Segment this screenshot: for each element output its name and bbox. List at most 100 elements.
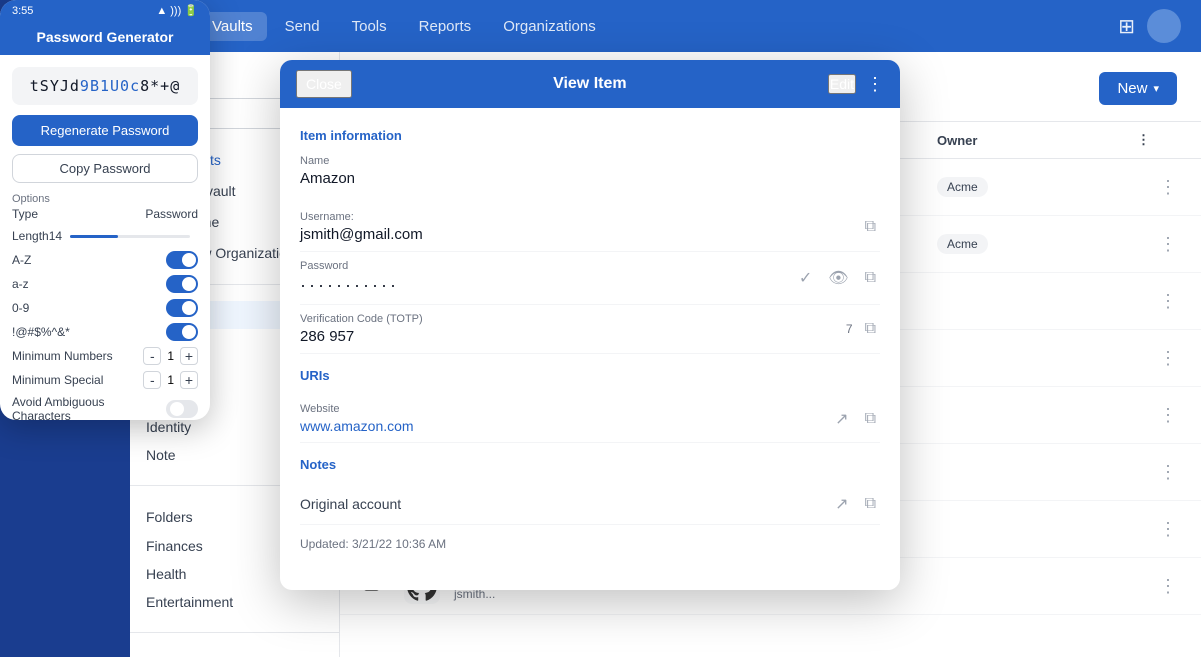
open-url-icon[interactable]: ↗ xyxy=(831,407,852,431)
toggle-az-lower: a-z xyxy=(12,275,198,293)
view-item-actions: Edit ⋮ xyxy=(828,74,884,95)
toggle-az-upper: A-Z xyxy=(12,251,198,269)
mobile-time: 3:55 xyxy=(12,5,33,17)
top-nav: Vaults Send Tools Reports Organizations … xyxy=(130,0,1201,52)
mobile-password-generator: 3:55 ▲ ))) 🔋 Password Generator tSYJd9B1… xyxy=(0,0,210,420)
mobile-gen-title: Password Generator xyxy=(37,29,174,45)
username-actions: ⧉ xyxy=(861,216,880,238)
nav-item-reports[interactable]: Reports xyxy=(405,12,486,41)
type-label: Type xyxy=(12,207,38,221)
min-special-label: Minimum Special xyxy=(12,373,103,387)
type-value: Password xyxy=(145,207,198,221)
nav-right: ⊞ xyxy=(1118,9,1181,43)
length-value: 14 xyxy=(49,229,62,243)
nav-item-organizations[interactable]: Organizations xyxy=(489,12,610,41)
avoid-label: Avoid Ambiguous Characters xyxy=(12,395,166,420)
more-options-icon[interactable]: ⋮ xyxy=(866,74,884,95)
copy-password-icon[interactable]: ⧉ xyxy=(861,267,880,289)
copy-notes-icon[interactable]: ⧉ xyxy=(861,493,880,515)
row-more-icon[interactable]: ⋮ xyxy=(1137,462,1177,483)
min-numbers-value: 1 xyxy=(167,349,174,363)
new-button[interactable]: New ▾ xyxy=(1099,72,1177,105)
min-special-row: Minimum Special - 1 + xyxy=(12,371,198,389)
notes-field-row: Original account ↗ ⧉ xyxy=(300,484,880,525)
notes-field-left: Original account xyxy=(300,496,831,512)
name-field-group: Name Amazon xyxy=(300,155,880,187)
check-password-icon[interactable]: ✓ xyxy=(795,266,816,290)
row-more-icon[interactable]: ⋮ xyxy=(1137,576,1177,597)
name-field-value: Amazon xyxy=(300,170,880,187)
sidebar-entertainment[interactable]: Entertainment xyxy=(130,588,339,616)
divider-3 xyxy=(130,632,339,633)
totp-label: Verification Code (TOTP) xyxy=(300,313,838,325)
09-label: 0-9 xyxy=(12,301,29,315)
show-password-icon[interactable]: 👁 xyxy=(824,266,852,290)
user-avatar[interactable] xyxy=(1147,9,1181,43)
row-more-icon[interactable]: ⋮ xyxy=(1137,405,1177,426)
view-item-body: Item information Name Amazon Username: j… xyxy=(280,108,900,590)
password-highlight: 9B1U0c xyxy=(80,77,140,95)
view-item-header: Close View Item Edit ⋮ xyxy=(280,60,900,108)
username-label: Username: xyxy=(300,211,861,223)
min-special-stepper: - 1 + xyxy=(143,371,198,389)
updated-text: Updated: 3/21/22 10:36 AM xyxy=(300,537,880,551)
copy-username-icon[interactable]: ⧉ xyxy=(861,216,880,238)
row-owner: Acme xyxy=(937,235,1137,253)
mobile-status-bar: 3:55 ▲ ))) 🔋 xyxy=(0,0,210,21)
totp-value: 286 957 xyxy=(300,328,838,345)
copy-button[interactable]: Copy Password xyxy=(12,154,198,183)
az-upper-toggle[interactable] xyxy=(166,251,198,269)
password-field-row: Password ··········· ✓ 👁 ⧉ xyxy=(300,252,880,305)
row-more-icon[interactable]: ⋮ xyxy=(1137,348,1177,369)
min-special-increment[interactable]: + xyxy=(180,371,198,389)
totp-field-row: Verification Code (TOTP) 286 957 7 ⧉ xyxy=(300,305,880,354)
password-actions: ✓ 👁 ⧉ xyxy=(795,266,880,290)
sidebar-collections[interactable]: Collections xyxy=(130,649,339,657)
row-more-icon[interactable]: ⋮ xyxy=(1137,234,1177,255)
nav-item-send[interactable]: Send xyxy=(271,12,334,41)
min-special-decrement[interactable]: - xyxy=(143,371,161,389)
more-options-icon[interactable]: ⋮ xyxy=(1137,132,1150,147)
regenerate-button[interactable]: Regenerate Password xyxy=(12,115,198,146)
min-numbers-increment[interactable]: + xyxy=(180,347,198,365)
open-notes-icon[interactable]: ↗ xyxy=(831,492,852,516)
row-more-icon[interactable]: ⋮ xyxy=(1137,291,1177,312)
website-field-row: Website www.amazon.com ↗ ⧉ xyxy=(300,395,880,443)
password-label: Password xyxy=(300,260,795,272)
notes-value: Original account xyxy=(300,496,831,512)
collections-section: Collections Marketing Product Sales xyxy=(130,641,339,657)
totp-field-left: Verification Code (TOTP) 286 957 xyxy=(300,313,838,345)
min-special-value: 1 xyxy=(167,373,174,387)
copy-totp-icon[interactable]: ⧉ xyxy=(861,318,880,340)
edit-button[interactable]: Edit xyxy=(828,74,856,94)
totp-actions: 7 ⧉ xyxy=(838,318,880,340)
options-section: Options Type Password xyxy=(12,193,198,221)
item-info-section-title: Item information xyxy=(300,128,880,143)
nav-item-tools[interactable]: Tools xyxy=(338,12,401,41)
09-toggle[interactable] xyxy=(166,299,198,317)
close-button[interactable]: Close xyxy=(296,70,352,98)
row-more-icon[interactable]: ⋮ xyxy=(1137,519,1177,540)
options-label: Options xyxy=(12,193,198,205)
copy-url-icon[interactable]: ⧉ xyxy=(861,408,880,430)
username-value: jsmith@gmail.com xyxy=(300,226,861,243)
az-lower-toggle[interactable] xyxy=(166,275,198,293)
password-display: tSYJd9B1U0c8*+@ xyxy=(12,67,198,105)
row-more-icon[interactable]: ⋮ xyxy=(1137,177,1177,198)
toggle-09: 0-9 xyxy=(12,299,198,317)
actions-col-header: ⋮ xyxy=(1137,132,1177,148)
new-button-label: New xyxy=(1117,80,1147,97)
special-toggle[interactable] xyxy=(166,323,198,341)
avoid-toggle[interactable] xyxy=(166,400,198,418)
password-dots: ··········· xyxy=(300,275,795,296)
mobile-gen-header: Password Generator xyxy=(0,21,210,55)
grid-icon[interactable]: ⊞ xyxy=(1118,14,1135,39)
toggle-special: !@#$%^&* xyxy=(12,323,198,341)
avoid-ambiguous-row: Avoid Ambiguous Characters xyxy=(12,395,198,420)
min-numbers-label: Minimum Numbers xyxy=(12,349,113,363)
website-field-left: Website www.amazon.com xyxy=(300,403,831,434)
chevron-down-icon: ▾ xyxy=(1153,82,1159,95)
min-numbers-decrement[interactable]: - xyxy=(143,347,161,365)
view-item-title: View Item xyxy=(553,75,627,93)
length-slider[interactable] xyxy=(70,235,190,238)
